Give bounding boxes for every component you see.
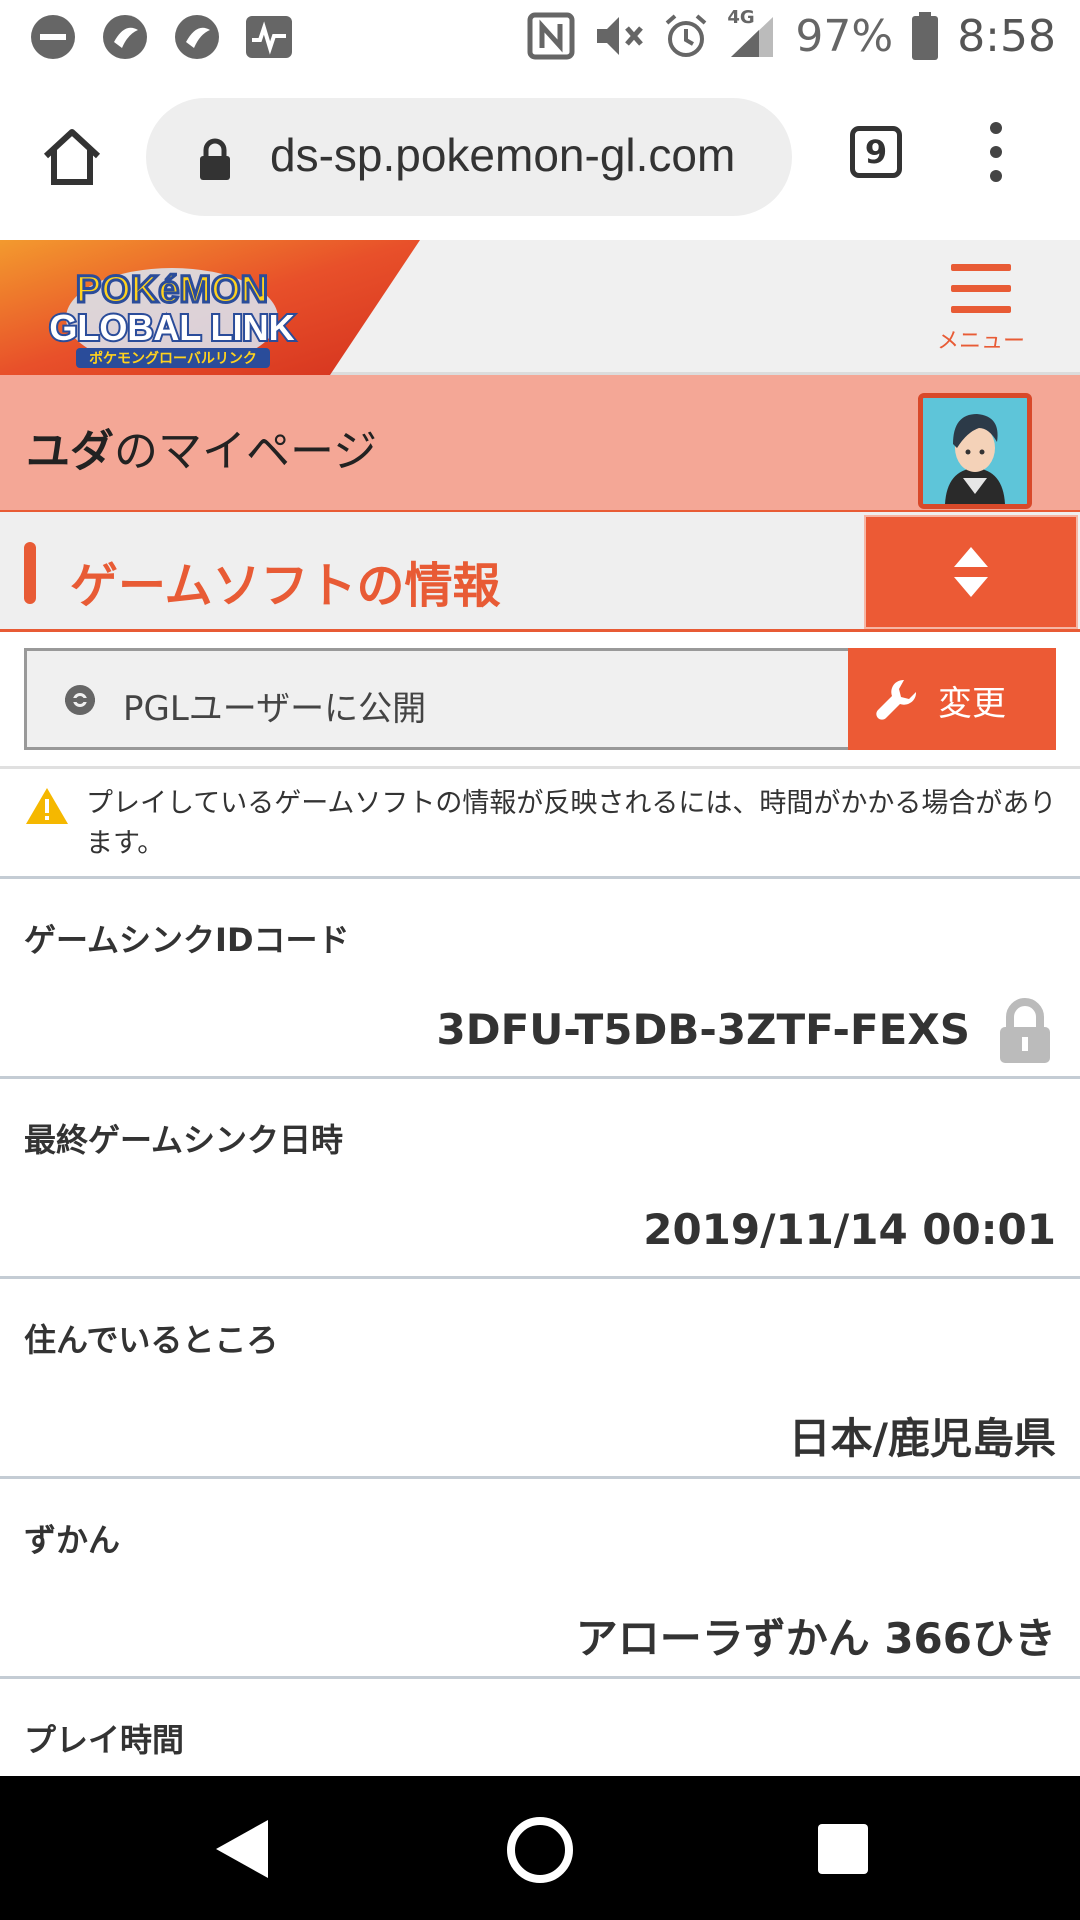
hamburger-icon <box>926 264 1036 313</box>
pokemon-global-link-logo[interactable]: POKéMON GLOBAL LINK ポケモングローバルリンク <box>0 240 420 375</box>
clock: 8:58 <box>957 10 1056 62</box>
alarm-icon <box>666 14 707 57</box>
visibility-status-icon <box>65 685 95 715</box>
notice: プレイしているゲームソフトの情報が反映されるには、時間がかかる場合があります。 <box>24 784 1060 874</box>
info-row-location: 住んでいるところ 日本/鹿児島県 <box>0 1276 1080 1476</box>
info-row-sync-id: ゲームシンクIDコード 3DFU-T5DB-3ZTF-FEXS <box>0 876 1080 1076</box>
info-label: ずかん <box>24 1521 121 1559</box>
battery-icon <box>912 12 939 60</box>
logo-title: POKéMON <box>76 269 268 311</box>
more-options-icon[interactable] <box>984 122 1008 186</box>
section-header: ゲームソフトの情報 <box>0 512 1080 632</box>
section-title: ゲームソフトの情報 <box>70 558 501 614</box>
menu-button[interactable]: メニュー <box>926 264 1036 355</box>
username: ユダ <box>26 426 114 477</box>
info-label: 最終ゲームシンク日時 <box>24 1121 344 1159</box>
info-value: 2019/11/14 00:01 <box>643 1205 1056 1254</box>
mypage-suffix: のマイページ <box>114 426 378 477</box>
info-label: プレイ時間 <box>24 1721 185 1759</box>
system-nav-bar <box>0 1776 1080 1920</box>
warning-icon <box>26 788 68 824</box>
visibility-setting: PGLユーザーに公開 変更 <box>24 648 1056 750</box>
info-value: 日本/鹿児島県 <box>788 1414 1056 1463</box>
tab-switcher-button[interactable]: 9 <box>850 126 902 178</box>
signal-icon: 4G <box>727 7 777 61</box>
url-text: ds-sp.pokemon-gl.com <box>270 129 736 181</box>
mute-icon <box>597 17 644 55</box>
browser-toolbar: ds-sp.pokemon-gl.com 9 <box>0 72 1080 240</box>
change-label: 変更 <box>938 684 1006 724</box>
site-header: POKéMON GLOBAL LINK ポケモングローバルリンク メニュー <box>0 240 1080 375</box>
app-icon <box>103 15 147 59</box>
home-icon[interactable] <box>40 124 104 188</box>
visibility-label: PGLユーザーに公開 <box>123 689 427 729</box>
change-button[interactable]: 変更 <box>848 648 1056 750</box>
app-icon <box>175 15 219 59</box>
home-nav-icon[interactable] <box>506 1816 574 1884</box>
game-info-list: ゲームシンクIDコード 3DFU-T5DB-3ZTF-FEXS 最終ゲームシンク… <box>0 876 1080 1876</box>
lock-icon <box>200 138 230 180</box>
lock-icon <box>1000 998 1050 1063</box>
info-value: 3DFU-T5DB-3ZTF-FEXS <box>436 1005 971 1054</box>
avatar[interactable] <box>918 393 1032 509</box>
address-bar[interactable]: ds-sp.pokemon-gl.com <box>146 98 792 216</box>
info-row-last-sync: 最終ゲームシンク日時 2019/11/14 00:01 <box>0 1076 1080 1276</box>
activity-icon <box>246 16 292 58</box>
logo-kana: ポケモングローバルリンク <box>89 350 257 367</box>
dnd-icon <box>31 15 75 59</box>
battery-percent: 97% <box>795 10 894 62</box>
mypage-title: ユダのマイページ <box>26 415 377 479</box>
back-icon[interactable] <box>212 1816 272 1882</box>
divider <box>0 766 1080 769</box>
info-row-pokedex: ずかん アローラずかん 366ひき <box>0 1476 1080 1676</box>
info-label: 住んでいるところ <box>24 1321 279 1359</box>
info-label: ゲームシンクIDコード <box>24 921 350 959</box>
notice-text: プレイしているゲームソフトの情報が反映されるには、時間がかかる場合があります。 <box>86 788 1057 859</box>
sort-arrows-icon <box>954 547 988 597</box>
menu-label: メニュー <box>936 329 1025 354</box>
mypage-banner: ユダのマイページ <box>0 375 1080 512</box>
status-bar: 4G 97% 8:58 <box>0 0 1080 72</box>
wrench-icon <box>876 679 917 720</box>
nfc-icon <box>527 12 575 60</box>
logo-subtitle: GLOBAL LINK <box>49 307 294 348</box>
recents-icon[interactable] <box>818 1824 868 1874</box>
section-accent-bar <box>24 542 36 604</box>
section-toggle-button[interactable] <box>864 515 1078 629</box>
info-value: アローラずかん 366ひき <box>575 1614 1056 1663</box>
